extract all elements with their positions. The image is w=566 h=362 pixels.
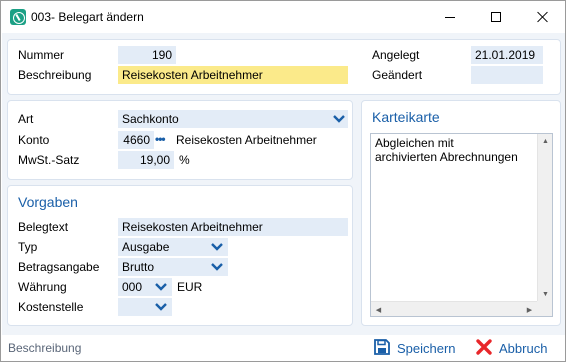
- konto-name: Reisekosten Arbeitnehmer: [176, 133, 317, 147]
- konto-lookup-button[interactable]: •••: [155, 132, 166, 146]
- mwst-field[interactable]: 19,00: [118, 151, 174, 169]
- chevron-down-icon[interactable]: [155, 283, 167, 291]
- chevron-down-icon[interactable]: [333, 115, 345, 123]
- nummer-field[interactable]: 190: [118, 46, 176, 64]
- karteikarte-heading: Karteikarte: [372, 109, 440, 125]
- chevron-down-icon[interactable]: [155, 303, 167, 311]
- window-title: 003- Belegart ändern: [31, 10, 144, 24]
- art-select-value: Sachkonto: [122, 112, 179, 126]
- angelegt-field: 21.01.2019: [471, 46, 543, 64]
- konto-field[interactable]: 4660: [118, 131, 154, 149]
- header-panel: Nummer 190 Beschreibung Reisekosten Arbe…: [7, 39, 561, 95]
- waehrung-unit: EUR: [177, 280, 203, 294]
- title-bar: 003- Belegart ändern: [1, 1, 565, 33]
- konto-label: Konto: [18, 133, 50, 147]
- footer-bar: Beschreibung Speichern Abbruch: [2, 335, 565, 361]
- mwst-unit: %: [179, 153, 190, 167]
- scroll-left-icon[interactable]: ◀: [371, 302, 386, 317]
- nummer-label: Nummer: [18, 48, 65, 62]
- typ-label: Typ: [18, 240, 38, 254]
- kostenstelle-label: Kostenstelle: [18, 300, 84, 314]
- close-window-button[interactable]: [519, 1, 565, 33]
- scroll-corner: [537, 301, 552, 316]
- art-select[interactable]: Sachkonto: [118, 110, 348, 128]
- dialog-window: 003- Belegart ändern Nummer 190 Beschrei…: [0, 0, 566, 362]
- chevron-down-icon[interactable]: [211, 263, 223, 271]
- vertical-scrollbar[interactable]: ▲ ▼: [537, 134, 552, 302]
- save-button[interactable]: Speichern: [373, 338, 456, 358]
- waehrung-select-value: 000: [122, 280, 143, 294]
- mwst-label: MwSt.-Satz: [18, 153, 80, 167]
- art-label: Art: [18, 112, 34, 126]
- typ-select-value: Ausgabe: [122, 240, 170, 254]
- scroll-right-icon[interactable]: ▶: [522, 302, 537, 317]
- beschreibung-field[interactable]: Reisekosten Arbeitnehmer: [118, 66, 348, 84]
- close-icon: [536, 11, 548, 23]
- betragsangabe-select-value: Brutto: [122, 260, 155, 274]
- waehrung-label: Währung: [18, 280, 67, 294]
- belegtext-label: Belegtext: [18, 220, 69, 234]
- geaendert-label: Geändert: [372, 68, 423, 82]
- maximize-button[interactable]: [473, 1, 519, 33]
- scroll-up-icon[interactable]: ▲: [538, 134, 553, 149]
- horizontal-scrollbar[interactable]: ◀ ▶: [371, 301, 537, 316]
- cancel-button[interactable]: Abbruch: [475, 338, 547, 358]
- betragsangabe-label: Betragsangabe: [18, 260, 100, 274]
- account-panel: Art Sachkonto Konto 4660 ••• Reisekosten…: [7, 100, 353, 180]
- karteikarte-memo[interactable]: Abgleichen mit archivierten Abrechnungen…: [370, 133, 553, 317]
- angelegt-label: Angelegt: [372, 48, 420, 62]
- floppy-disk-icon: [373, 338, 391, 359]
- red-x-icon: [475, 338, 493, 359]
- karteikarte-panel: Karteikarte Abgleichen mit archivierten …: [361, 100, 561, 326]
- memo-text: Abgleichen mit archivierten Abrechnungen: [375, 136, 518, 164]
- status-text: Beschreibung: [8, 341, 82, 355]
- scroll-down-icon[interactable]: ▼: [538, 287, 553, 302]
- beschreibung-label: Beschreibung: [18, 68, 92, 82]
- dialog-content: Nummer 190 Beschreibung Reisekosten Arbe…: [2, 33, 565, 335]
- belegtext-field[interactable]: Reisekosten Arbeitnehmer: [118, 218, 348, 236]
- minimize-button[interactable]: [427, 1, 473, 33]
- minimize-icon: [445, 16, 455, 18]
- save-label: Speichern: [397, 340, 456, 356]
- vorgaben-panel: Vorgaben Belegtext Reisekosten Arbeitneh…: [7, 185, 353, 326]
- cancel-label: Abbruch: [499, 340, 548, 356]
- vorgaben-heading: Vorgaben: [18, 194, 78, 210]
- chevron-down-icon[interactable]: [211, 243, 223, 251]
- app-logo-icon: [10, 9, 26, 25]
- geaendert-field: [471, 66, 543, 84]
- maximize-icon: [491, 12, 501, 22]
